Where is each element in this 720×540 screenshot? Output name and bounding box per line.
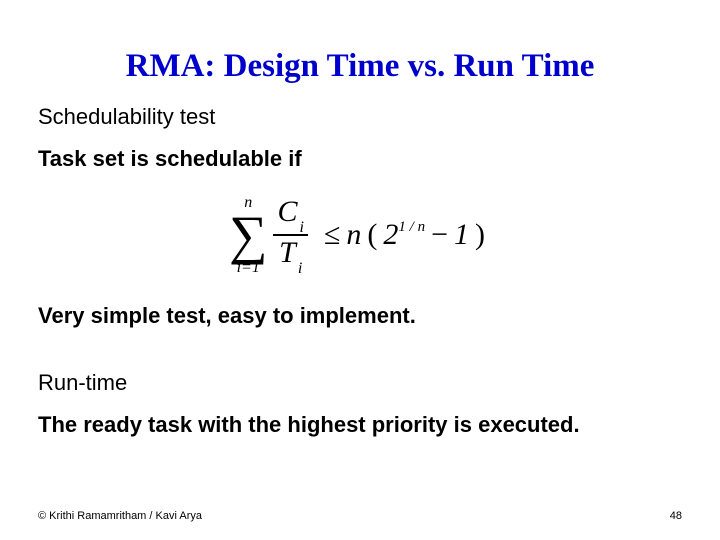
slide-title: RMA: Design Time vs. Run Time xyxy=(38,48,682,85)
fraction-ci-ti: Ci Ti xyxy=(273,197,307,273)
formula-container: n ∑ i=1 Ci Ti ≤ n ( 21 / n − 1 ) xyxy=(38,194,682,276)
line-highest-priority: The ready task with the highest priority… xyxy=(38,411,682,439)
close-paren: ) xyxy=(469,218,491,252)
rma-formula: n ∑ i=1 Ci Ti ≤ n ( 21 / n − 1 ) xyxy=(229,195,491,276)
fraction-numerator: Ci xyxy=(273,197,307,232)
open-paren: ( xyxy=(361,218,383,252)
rhs-n: n xyxy=(346,218,361,252)
denominator-base: T xyxy=(279,236,296,269)
rhs-base: 2 xyxy=(383,218,398,252)
line-runtime: Run-time xyxy=(38,369,682,397)
rhs-one: 1 xyxy=(454,218,469,252)
sum-lower-limit: i=1 xyxy=(237,260,260,276)
sigma-icon: ∑ xyxy=(229,211,268,260)
line-task-set-schedulable: Task set is schedulable if xyxy=(38,145,682,173)
footer-page-number: 48 xyxy=(670,510,682,522)
denominator-subscript: i xyxy=(298,260,302,277)
summation-symbol: n ∑ i=1 xyxy=(229,195,268,276)
leq-operator: ≤ xyxy=(318,218,346,252)
fraction-denominator: Ti xyxy=(275,238,306,273)
line-simple-test: Very simple test, easy to implement. xyxy=(38,302,682,330)
rhs-exponent: 1 / n xyxy=(398,219,425,236)
numerator-base: C xyxy=(277,195,297,228)
line-schedulability-test: Schedulability test xyxy=(38,103,682,131)
numerator-subscript: i xyxy=(300,219,304,236)
footer-copyright: © Krithi Ramamritham / Kavi Arya xyxy=(38,510,202,522)
slide-footer: © Krithi Ramamritham / Kavi Arya 48 xyxy=(38,510,682,522)
minus-operator: − xyxy=(425,218,454,252)
